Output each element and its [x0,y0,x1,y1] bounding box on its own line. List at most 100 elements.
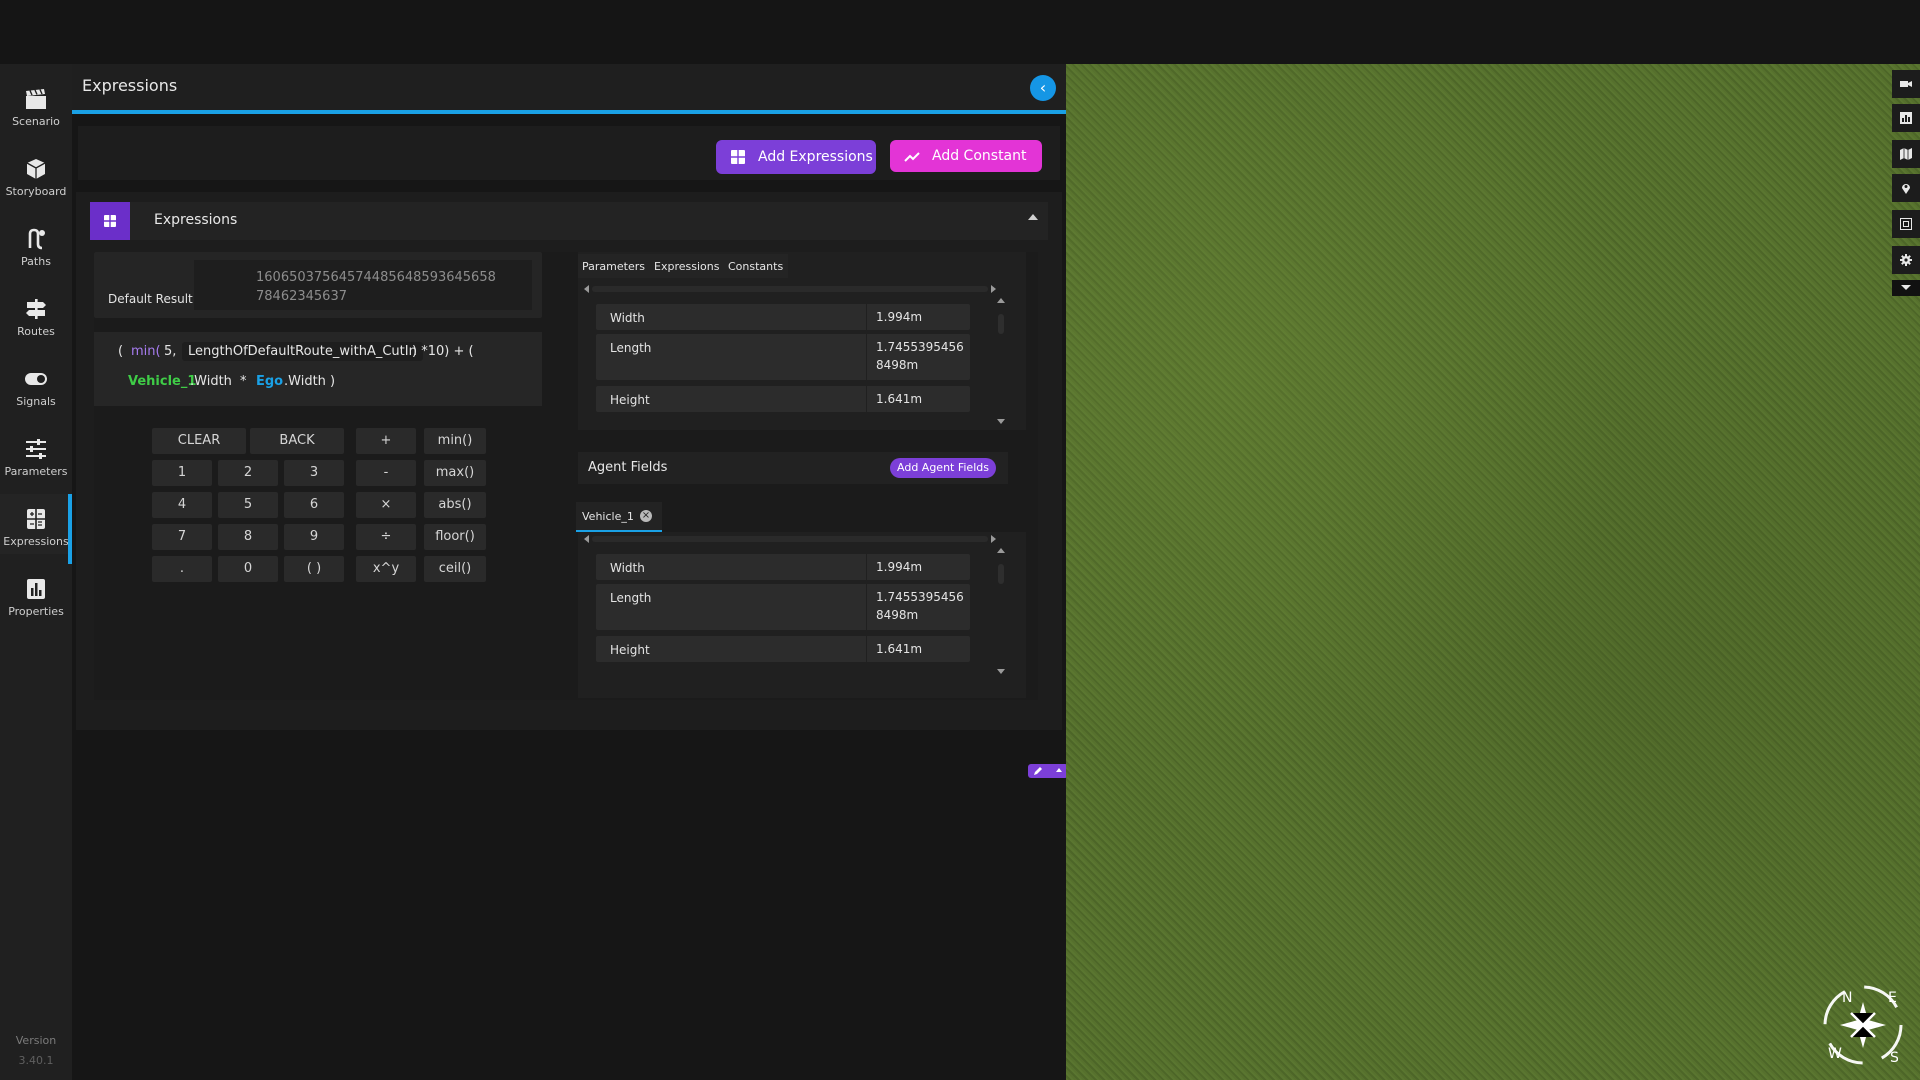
nav-item-expressions[interactable]: Expressions [0,494,72,564]
key-floor[interactable]: floor() [424,524,486,550]
agent-tab-vehicle[interactable]: Vehicle_1 × [576,502,662,532]
settings-tool[interactable] [1892,246,1920,274]
nav-label: Scenario [12,115,60,128]
expr-token-agent[interactable]: Ego [256,374,283,389]
panel-title: Expressions [82,76,178,95]
arrow-left-icon[interactable] [584,285,589,293]
location-tool[interactable] [1892,174,1920,202]
3d-viewport[interactable] [1066,64,1920,1080]
key-back[interactable]: BACK [250,428,344,454]
top-bar [0,0,1920,64]
gear-icon [1900,254,1912,266]
key-minus[interactable]: - [356,460,416,486]
arrow-left-icon[interactable] [584,535,589,543]
close-icon[interactable]: × [640,510,652,522]
key-multiply[interactable]: × [356,492,416,518]
expression-editor: Default Result 1606503756457448564859364… [94,252,1038,700]
catalog-row[interactable]: Length 1.74553954568498m [596,334,970,380]
caret-up-icon[interactable] [1056,768,1062,772]
video-camera-icon [1900,81,1912,87]
chevron-left-icon: ‹ [1039,78,1047,97]
arrow-up-icon[interactable] [997,298,1005,303]
nav-item-paths[interactable]: Paths [0,214,72,274]
arrow-right-icon[interactable] [991,285,996,293]
camera-tool[interactable] [1892,70,1920,98]
expr-token-variable[interactable]: LengthOfDefaultRoute_withA_CutIn [182,342,423,361]
expr-token: 5, [164,344,177,359]
section-header[interactable]: Expressions [90,202,1048,240]
add-agent-fields-button[interactable]: Add Agent Fields [890,458,996,478]
paths-icon [28,228,45,250]
key-divide[interactable]: ÷ [356,524,416,550]
arrow-up-icon[interactable] [997,548,1005,553]
signpost-icon [26,299,46,319]
default-result-value: 1606503756457448564859364565878462345637 [256,270,496,304]
key-3[interactable]: 3 [284,460,344,486]
agent-field-row[interactable]: Width 1.994m [596,554,970,580]
key-0[interactable]: 0 [218,556,278,582]
key-max[interactable]: max() [424,460,486,486]
key-4[interactable]: 4 [152,492,212,518]
expr-token: ( [118,344,124,359]
catalog-vertical-scrollbar[interactable] [996,298,1006,424]
map-pin-icon [1902,184,1910,194]
key-9[interactable]: 9 [284,524,344,550]
chart-tool[interactable] [1892,104,1920,132]
catalog-horizontal-scrollbar[interactable] [584,284,996,294]
key-parentheses[interactable]: ( ) [284,556,344,582]
catalog-row[interactable]: Width 1.994m [596,304,970,330]
nav-item-properties[interactable]: Properties [0,564,72,624]
nav-item-routes[interactable]: Routes [0,284,72,344]
expression-input[interactable]: ( min( 5, LengthOfDefaultRoute_withA_Cut… [94,332,542,406]
toolbar-expand[interactable] [1892,280,1920,296]
agent-vertical-scrollbar[interactable] [996,548,1006,674]
add-constant-button[interactable]: Add Constant [890,140,1042,172]
arrow-right-icon[interactable] [991,535,996,543]
left-nav: Scenario Storyboard Paths Routes Signals… [0,64,72,1080]
nav-label: Storyboard [5,185,67,198]
tab-expressions[interactable]: Expressions [654,260,719,273]
nav-item-parameters[interactable]: Parameters [0,424,72,484]
key-min[interactable]: min() [424,428,486,454]
pencil-icon[interactable] [1033,766,1043,776]
agent-horizontal-scrollbar[interactable] [584,534,996,544]
grid-icon [104,215,116,227]
tab-constants[interactable]: Constants [728,260,783,273]
agent-field-row[interactable]: Height 1.641m [596,636,970,662]
arrow-down-icon[interactable] [997,669,1005,674]
key-7[interactable]: 7 [152,524,212,550]
default-result-value-field: 1606503756457448564859364565878462345637 [194,260,532,310]
default-result-box: Default Result 1606503756457448564859364… [94,252,542,318]
expressions-panel: Expressions ‹ Add Expressions Add Consta… [72,64,1068,1080]
key-5[interactable]: 5 [218,492,278,518]
key-6[interactable]: 6 [284,492,344,518]
catalog-row[interactable]: Height 1.641m [596,386,970,412]
nav-label: Properties [8,605,64,618]
expr-token-agent[interactable]: Vehicle_1 [128,374,196,389]
key-plus[interactable]: + [356,428,416,454]
nav-item-signals[interactable]: Signals [0,354,72,414]
key-abs[interactable]: abs() [424,492,486,518]
nav-item-storyboard[interactable]: Storyboard [0,144,72,204]
expr-token-function: min( [131,344,161,359]
agent-field-row[interactable]: Length 1.74553954568498m [596,584,970,630]
arrow-down-icon[interactable] [997,419,1005,424]
map-tool[interactable] [1892,140,1920,168]
nav-item-scenario[interactable]: Scenario [0,74,72,134]
key-2[interactable]: 2 [218,460,278,486]
tab-parameters[interactable]: Parameters [582,260,645,273]
focus-tool[interactable] [1892,210,1920,238]
key-ceil[interactable]: ceil() [424,556,486,582]
collapse-panel-button[interactable]: ‹ [1030,75,1056,101]
add-expressions-button[interactable]: Add Expressions [716,140,876,174]
key-8[interactable]: 8 [218,524,278,550]
compass-icon[interactable]: N E S W [1818,980,1908,1070]
caret-up-icon[interactable] [1028,214,1038,220]
key-1[interactable]: 1 [152,460,212,486]
edit-expression-control[interactable] [1028,764,1068,778]
key-decimal[interactable]: . [152,556,212,582]
header-accent-line [72,110,1066,114]
section-icon [90,202,130,240]
key-clear[interactable]: CLEAR [152,428,246,454]
key-power[interactable]: x^y [356,556,416,582]
